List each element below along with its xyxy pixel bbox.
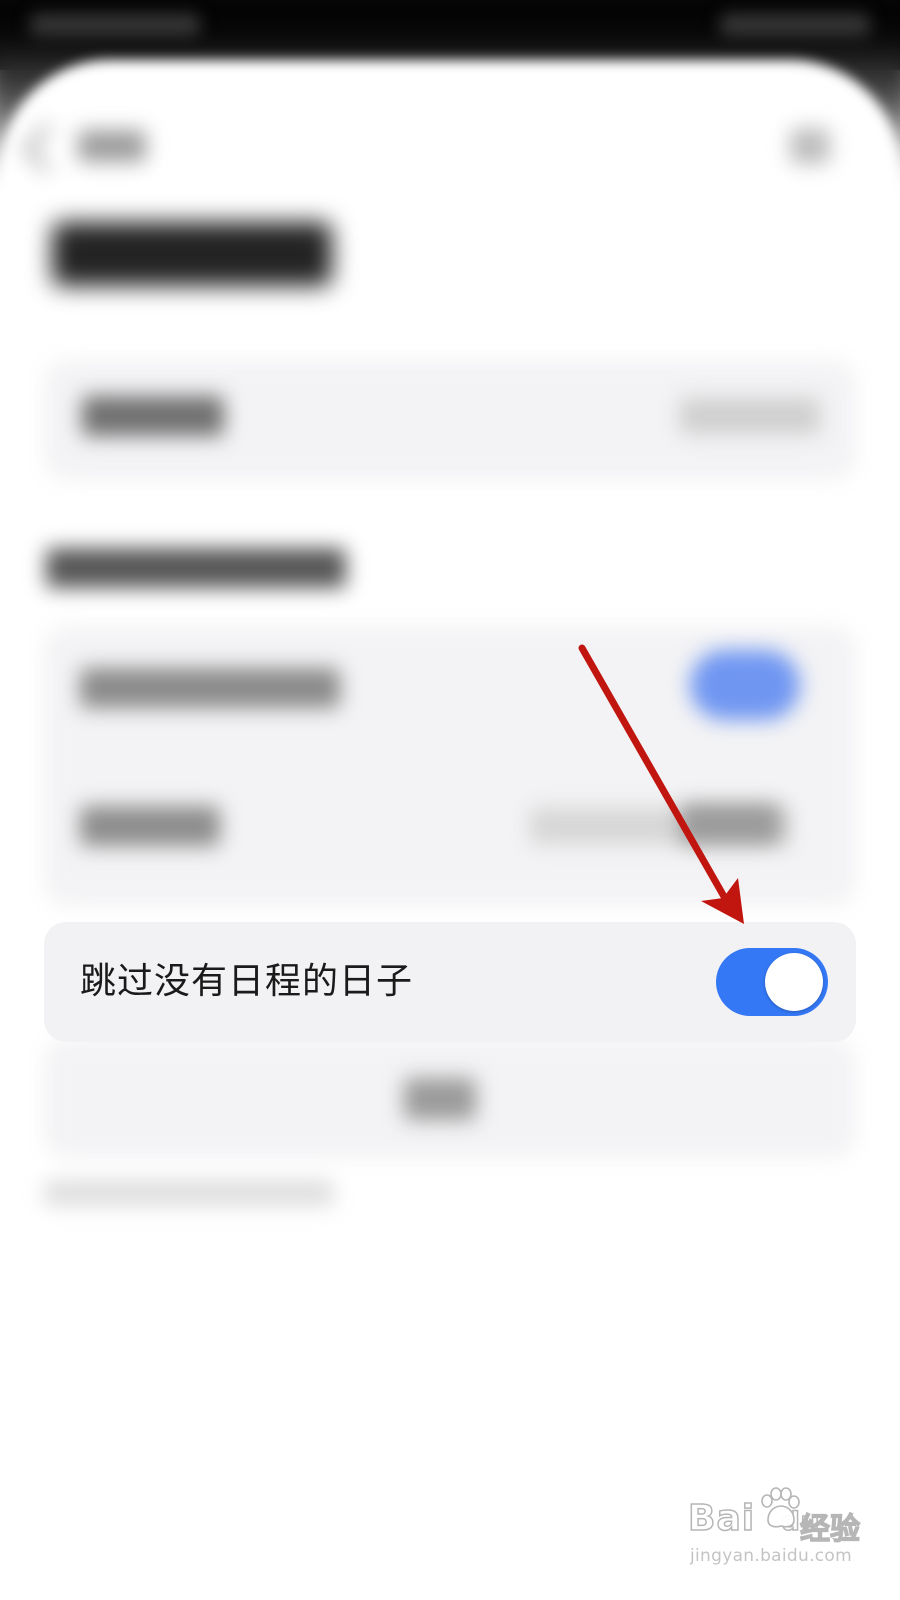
page-title <box>52 222 332 286</box>
screen: 跳过没有日程的日子 Bai du 经验 jingyan.baidu.com <box>0 0 900 1600</box>
status-bar-time <box>30 14 200 40</box>
section-header <box>46 548 346 588</box>
paw-icon <box>761 1487 800 1528</box>
settings-item-value[interactable] <box>680 398 820 434</box>
settings-action-button[interactable] <box>404 1078 476 1120</box>
skip-empty-days-label: 跳过没有日程的日子 <box>80 961 414 1002</box>
settings-toggle[interactable] <box>690 650 800 720</box>
settings-item-label <box>82 396 224 436</box>
watermark-url: jingyan.baidu.com <box>690 1546 852 1566</box>
nav-right-action[interactable] <box>790 128 830 164</box>
skip-empty-days-toggle[interactable] <box>716 948 828 1016</box>
settings-item-label <box>80 668 340 708</box>
baidu-jingyan-watermark: Bai du 经验 jingyan.baidu.com <box>687 1487 868 1584</box>
settings-item-value-accent <box>680 804 780 844</box>
back-button-label[interactable] <box>78 130 146 162</box>
status-bar-indicators <box>720 14 870 40</box>
footnote-text <box>44 1180 334 1206</box>
toggle-knob[interactable] <box>765 953 823 1011</box>
skip-empty-days-row[interactable]: 跳过没有日程的日子 <box>44 922 856 1042</box>
watermark-brand-cn: 经验 <box>799 1511 860 1547</box>
settings-item-label <box>80 806 220 846</box>
